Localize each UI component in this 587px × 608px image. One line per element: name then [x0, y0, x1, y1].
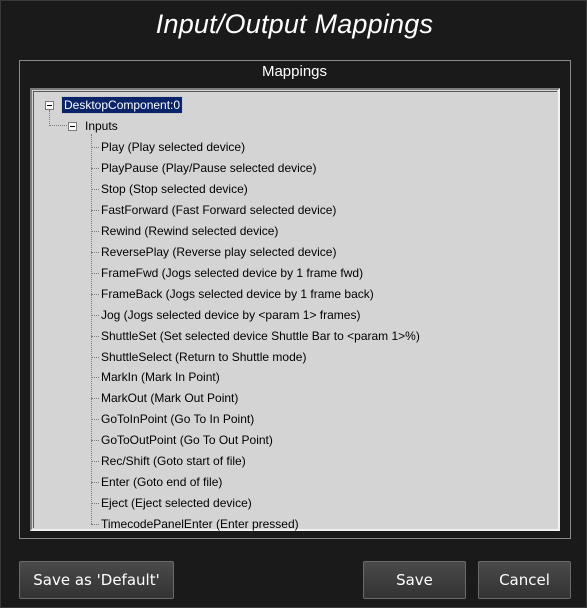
tree-inputs-node[interactable]: Inputs — [85, 118, 118, 134]
tree-connector — [91, 356, 99, 358]
mappings-group-label: Mappings — [261, 63, 328, 80]
save-button[interactable]: Save — [363, 561, 466, 599]
tree-viewport: DesktopComponent:0 Inputs Play (Play sel… — [33, 91, 557, 531]
tree-connector — [91, 272, 99, 274]
tree-connector — [91, 293, 99, 295]
tree-item[interactable]: FrameFwd (Jogs selected device by 1 fram… — [101, 265, 363, 281]
io-mappings-window: Input/Output Mappings Mappings DesktopCo… — [0, 0, 587, 608]
tree-connector — [91, 419, 99, 421]
collapse-root-icon[interactable] — [45, 101, 54, 110]
mappings-tree[interactable]: DesktopComponent:0 Inputs Play (Play sel… — [30, 88, 560, 531]
tree-item[interactable]: Rec/Shift (Goto start of file) — [101, 453, 246, 469]
tree-item[interactable]: TimecodePanelEnter (Enter pressed) — [101, 516, 299, 532]
tree-connector — [91, 251, 99, 253]
tree-connector — [91, 188, 99, 190]
tree-item[interactable]: ReversePlay (Reverse play selected devic… — [101, 244, 336, 260]
tree-item[interactable]: PlayPause (Play/Pause selected device) — [101, 160, 316, 176]
save-as-default-button[interactable]: Save as 'Default' — [19, 561, 174, 599]
tree-connector — [91, 167, 99, 169]
tree-item[interactable]: Eject (Eject selected device) — [101, 495, 252, 511]
tree-connector — [91, 524, 99, 526]
tree-item[interactable]: Jog (Jogs selected device by <param 1> f… — [101, 307, 360, 323]
tree-connector — [49, 110, 50, 124]
tree-connector — [91, 398, 99, 400]
tree-connector — [91, 377, 99, 379]
window-title: Input/Output Mappings — [155, 9, 434, 39]
tree-item[interactable]: Stop (Stop selected device) — [101, 181, 248, 197]
tree-item[interactable]: Enter (Goto end of file) — [101, 474, 222, 490]
collapse-inputs-icon[interactable] — [68, 122, 77, 131]
tree-connector — [91, 314, 99, 316]
tree-connector — [91, 147, 99, 148]
tree-item[interactable]: ShuttleSet (Set selected device Shuttle … — [101, 328, 420, 344]
tree-connector — [91, 503, 99, 505]
tree-item[interactable]: Play (Play selected device) — [101, 139, 245, 155]
tree-root-node[interactable]: DesktopComponent:0 — [60, 96, 184, 114]
tree-item[interactable]: FastForward (Fast Forward selected devic… — [101, 202, 336, 218]
tree-item[interactable]: FrameBack (Jogs selected device by 1 fra… — [101, 286, 374, 302]
tree-connector — [91, 482, 99, 484]
tree-connector — [91, 134, 92, 525]
tree-connector — [91, 209, 99, 211]
tree-connector — [91, 440, 99, 442]
tree-item[interactable]: ShuttleSelect (Return to Shuttle mode) — [101, 349, 306, 365]
tree-item[interactable]: Rewind (Rewind selected device) — [101, 223, 278, 239]
tree-connector — [49, 125, 67, 126]
tree-item[interactable]: MarkIn (Mark In Point) — [101, 369, 220, 385]
tree-item[interactable]: MarkOut (Mark Out Point) — [101, 390, 238, 406]
tree-item[interactable]: GoToInPoint (Go To In Point) — [101, 411, 254, 427]
cancel-button[interactable]: Cancel — [478, 561, 571, 599]
tree-connector — [91, 230, 99, 232]
tree-connector — [91, 461, 99, 463]
tree-item[interactable]: GoToOutPoint (Go To Out Point) — [101, 432, 273, 448]
tree-connector — [91, 335, 99, 337]
